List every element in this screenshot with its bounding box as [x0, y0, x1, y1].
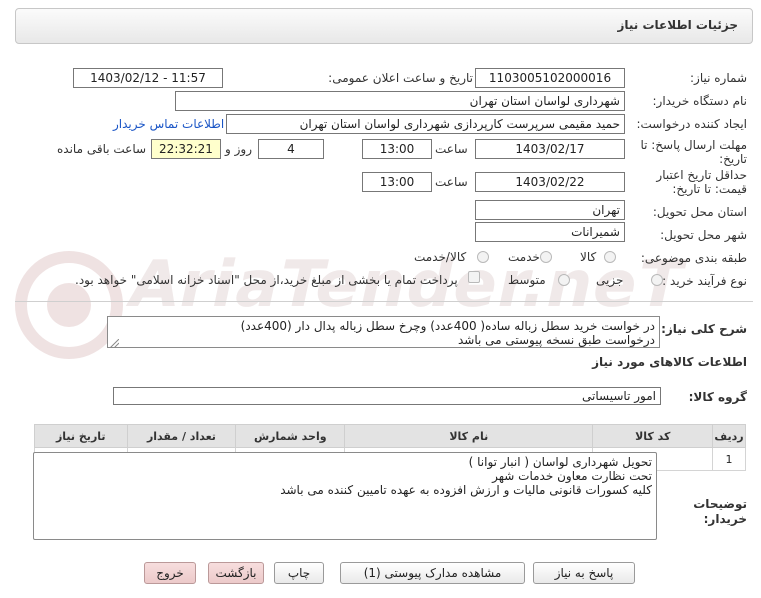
col-unit: واحد شمارش [235, 424, 346, 448]
delivery-city-label: شهر محل تحویل: [660, 228, 747, 242]
requester-field: حمید مقیمی سرپرست کارپردازی شهرداری لواس… [226, 114, 625, 134]
need-number-field: 1103005102000016 [475, 68, 625, 88]
category-service-label: خدمت [508, 250, 540, 264]
table-header-row: تاریخ نیاز تعداد / مقدار واحد شمارش نام … [34, 424, 746, 448]
col-quantity: تعداد / مقدار [126, 424, 237, 448]
price-validity-time-label: ساعت [435, 175, 468, 189]
cell-row: 1 [712, 447, 746, 471]
resize-grip-icon[interactable] [109, 337, 120, 349]
process-minor-label: جزیی [596, 273, 624, 287]
announce-datetime-field: 1403/02/12 - 11:57 [73, 68, 223, 88]
remaining-time-field: 22:32:21 [151, 139, 221, 159]
process-medium-label: متوسط [508, 273, 546, 287]
buyer-notes-textarea[interactable]: تحویل شهرداری لواسان ( انبار توانا ) تحت… [33, 452, 657, 540]
buyer-note-line-1: تحویل شهرداری لواسان ( انبار توانا ) [468, 455, 652, 469]
remaining-label: ساعت باقی مانده [57, 142, 147, 156]
buyer-note-line-3: کلیه کسورات قانونی مالیات و ارزش افزوده … [280, 483, 652, 497]
purchase-process-label: نوع فرآیند خرید : [662, 274, 747, 288]
remaining-days-field: 4 [258, 139, 324, 159]
reply-deadline-label: مهلت ارسال پاسخ: تا [640, 138, 747, 152]
goods-info-title: اطلاعات کالاهای مورد نیاز [592, 355, 747, 369]
col-item-name: نام کالا [344, 424, 594, 448]
summary-line-2: درخواست طبق نسخه پیوستی می باشد [457, 333, 655, 347]
treasury-payment-note: پرداخت تمام یا بخشی از مبلغ خرید،از محل … [75, 273, 458, 287]
delivery-province-label: استان محل تحویل: [652, 205, 747, 219]
buyer-org-field: شهرداری لواسان استان تهران [175, 91, 625, 111]
category-service-radio[interactable] [540, 251, 552, 263]
col-item-code: کد کالا [592, 424, 714, 448]
reply-button[interactable]: پاسخ به نیاز [533, 562, 635, 584]
category-goods-radio[interactable] [604, 251, 616, 263]
price-validity-time-field: 13:00 [362, 172, 432, 192]
reply-time-label: ساعت [435, 142, 468, 156]
goods-group-label: گروه کالا: [688, 390, 747, 404]
exit-button[interactable]: خروج [144, 562, 196, 584]
process-medium-radio[interactable] [558, 274, 570, 286]
delivery-city-field: شمیرانات [475, 222, 625, 242]
category-goods-service-label: کالا/خدمت [414, 250, 467, 264]
col-need-date: تاریخ نیاز [34, 424, 128, 448]
reply-deadline-label-2: تاریخ: [719, 152, 747, 166]
back-button[interactable]: بازگشت [208, 562, 264, 584]
days-label: روز و [225, 142, 252, 156]
details-header-panel: جزئیات اطلاعات نیاز [15, 8, 753, 44]
buyer-notes-label: توضیحات [693, 497, 747, 511]
buyer-contact-link[interactable]: اطلاعات تماس خریدار [113, 117, 224, 131]
col-row: ردیف [712, 424, 746, 448]
requester-label: ایجاد کننده درخواست: [636, 117, 747, 131]
summary-label: شرح کلی نیاز: [661, 322, 747, 336]
summary-line-1: در خواست خرید سطل زباله ساده( 400عدد) وچ… [240, 319, 655, 333]
summary-textarea[interactable]: در خواست خرید سطل زباله ساده( 400عدد) وچ… [107, 316, 660, 348]
goods-group-field: امور تاسیساتی [113, 387, 661, 405]
print-button[interactable]: چاپ [274, 562, 324, 584]
buyer-note-line-2: تحت نظارت معاون خدمات شهر [492, 469, 652, 483]
category-goods-label: کالا [580, 250, 597, 264]
price-validity-date-field: 1403/02/22 [475, 172, 625, 192]
page-title: جزئیات اطلاعات نیاز [617, 18, 738, 32]
reply-deadline-date-field: 1403/02/17 [475, 139, 625, 159]
process-minor-radio[interactable] [651, 274, 663, 286]
category-label: طبقه بندی موضوعی: [640, 251, 747, 265]
category-goods-service-radio[interactable] [477, 251, 489, 263]
price-validity-label: حداقل تاریخ اعتبار [656, 168, 747, 182]
reply-deadline-time-field: 13:00 [362, 139, 432, 159]
announce-datetime-label: تاریخ و ساعت اعلان عمومی: [328, 71, 473, 85]
view-attachments-button[interactable]: مشاهده مدارک پیوستی (1) [340, 562, 525, 584]
need-number-label: شماره نیاز: [690, 71, 747, 85]
price-validity-label-2: قیمت: تا تاریخ: [672, 182, 747, 196]
divider [15, 301, 753, 302]
buyer-org-label: نام دستگاه خریدار: [652, 94, 748, 108]
buyer-notes-label-2: خریدار: [703, 512, 747, 526]
treasury-payment-checkbox[interactable] [468, 271, 480, 283]
delivery-province-field: تهران [475, 200, 625, 220]
